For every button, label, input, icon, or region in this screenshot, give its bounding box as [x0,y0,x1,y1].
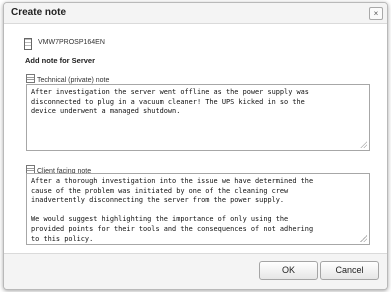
technical-note-textarea[interactable]: After investigation the server went offl… [26,84,370,151]
server-icon [24,38,32,50]
technical-note-label-text: Technical (private) note [37,77,110,84]
dialog-titlebar[interactable]: Create note × [4,3,387,24]
ok-button[interactable]: OK [259,261,318,280]
close-button[interactable]: × [369,7,383,20]
resize-grip-icon[interactable] [360,235,367,242]
dialog-title: Create note [11,7,67,18]
client-note-textarea[interactable]: After a thorough investigation into the … [26,173,370,245]
create-note-dialog: Create note × VMW7PROSP164EN Add note fo… [3,2,388,290]
dialog-footer: OK Cancel [4,253,387,289]
section-heading: Add note for Server [25,56,96,65]
note-icon [26,74,35,83]
cancel-button[interactable]: Cancel [320,261,379,280]
server-name: VMW7PROSP164EN [38,39,105,46]
technical-note-label: Technical (private) note [26,74,109,84]
close-icon: × [373,9,379,18]
resize-grip-icon[interactable] [360,141,367,148]
